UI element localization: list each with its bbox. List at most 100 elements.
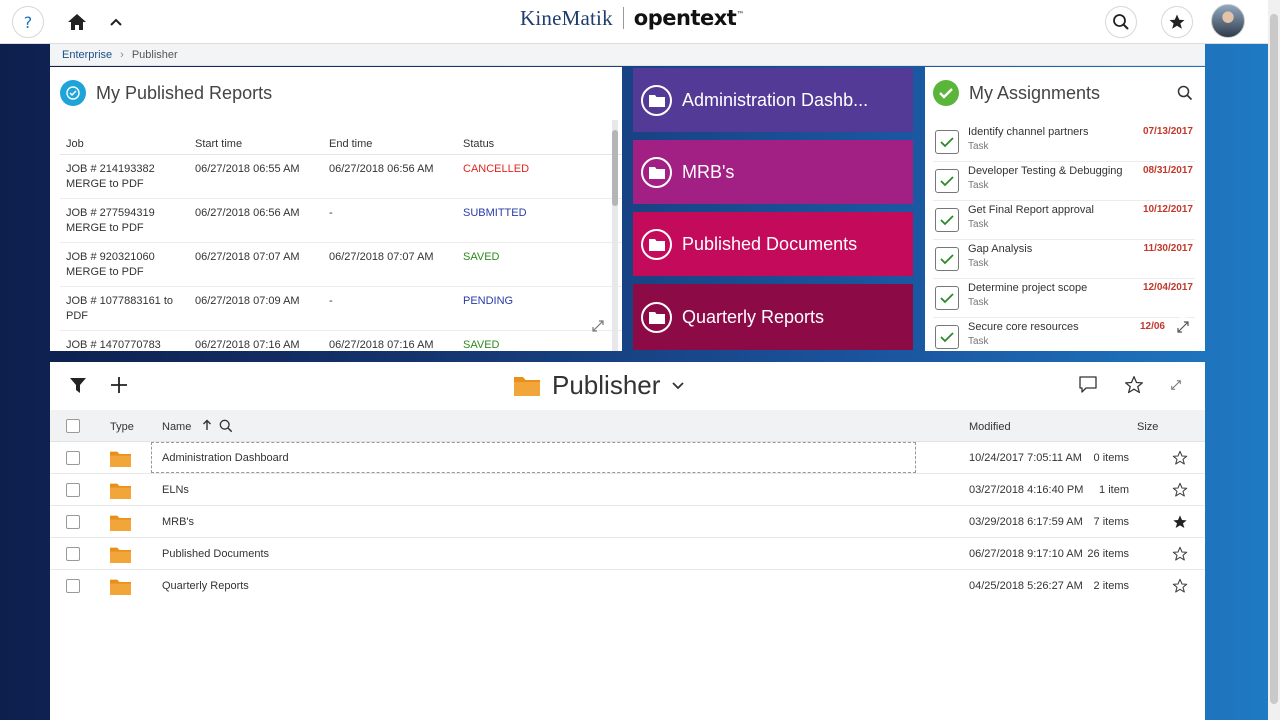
task-checkbox-icon bbox=[935, 169, 959, 193]
scrollbar-thumb[interactable] bbox=[612, 130, 618, 206]
row-checkbox[interactable] bbox=[66, 451, 80, 465]
brand-separator bbox=[622, 7, 624, 29]
col-size[interactable]: Size bbox=[1137, 421, 1158, 433]
assignments-search-button[interactable] bbox=[1177, 85, 1193, 106]
home-button[interactable] bbox=[61, 6, 93, 38]
list-item[interactable]: Secure core resources Task 12/06 bbox=[933, 318, 1195, 351]
table-row[interactable]: Quarterly Reports 04/25/2018 5:26:27 AM … bbox=[50, 570, 1205, 602]
browse-toolbar: Publisher bbox=[50, 362, 1205, 410]
filter-button[interactable] bbox=[69, 377, 87, 399]
page-scrollbar[interactable] bbox=[1268, 0, 1280, 720]
list-item[interactable]: Identify channel partners Task 07/13/201… bbox=[933, 123, 1195, 162]
search-button[interactable] bbox=[1105, 6, 1137, 38]
reports-icon bbox=[60, 80, 86, 106]
filter-icon bbox=[70, 378, 86, 393]
job-id: JOB # 920321060 bbox=[66, 251, 155, 263]
status-cell: PENDING bbox=[463, 295, 514, 307]
assignments-expand-button[interactable] bbox=[1173, 317, 1193, 337]
table-row[interactable]: ELNs 03/27/2018 4:16:40 PM 1 item bbox=[50, 474, 1205, 506]
collapse-button[interactable] bbox=[100, 6, 132, 38]
start-cell: 06/27/2018 07:09 AM bbox=[195, 295, 300, 307]
item-modified: 10/24/2017 7:05:11 AM bbox=[969, 452, 1082, 464]
folder-icon bbox=[641, 228, 672, 260]
item-name[interactable]: ELNs bbox=[162, 484, 189, 496]
folder-icon bbox=[110, 547, 131, 563]
browse-table-header: Type Name Modified Size bbox=[50, 410, 1205, 442]
reports-scrollbar[interactable] bbox=[612, 120, 618, 351]
table-row[interactable]: JOB # 277594319 MERGE to PDF 06/27/2018 0… bbox=[60, 199, 622, 243]
start-cell: 06/27/2018 07:16 AM bbox=[195, 339, 300, 351]
start-cell: 06/27/2018 06:56 AM bbox=[195, 207, 300, 219]
tile-administration-dashboard[interactable]: Administration Dashb... bbox=[633, 68, 913, 132]
job-id: JOB # 1470770783 bbox=[66, 339, 161, 351]
comments-button[interactable] bbox=[1078, 376, 1098, 399]
browse-expand-button[interactable] bbox=[1170, 378, 1182, 396]
list-item[interactable]: Developer Testing & Debugging Task 08/31… bbox=[933, 162, 1195, 201]
item-modified: 06/27/2018 9:17:10 AM bbox=[969, 548, 1083, 560]
end-cell: - bbox=[329, 207, 333, 219]
row-checkbox[interactable] bbox=[66, 483, 80, 497]
star-outline-icon[interactable] bbox=[1172, 546, 1188, 562]
breadcrumb-publisher: Publisher bbox=[131, 48, 178, 61]
item-name[interactable]: Published Documents bbox=[162, 548, 269, 560]
page-title: Publisher bbox=[552, 370, 661, 400]
item-name[interactable]: Administration Dashboard bbox=[162, 452, 289, 464]
row-checkbox[interactable] bbox=[66, 515, 80, 529]
tile-quarterly-reports[interactable]: Quarterly Reports bbox=[633, 284, 913, 350]
select-all-checkbox[interactable] bbox=[66, 419, 80, 433]
tile-label: Quarterly Reports bbox=[682, 306, 825, 327]
star-outline-icon[interactable] bbox=[1172, 578, 1188, 594]
chevron-down-icon[interactable] bbox=[672, 381, 685, 390]
item-name[interactable]: MRB's bbox=[162, 516, 194, 528]
folder-icon bbox=[110, 579, 131, 595]
list-item[interactable]: Get Final Report approval Task 10/12/201… bbox=[933, 201, 1195, 240]
star-outline-icon[interactable] bbox=[1172, 482, 1188, 498]
row-checkbox[interactable] bbox=[66, 547, 80, 561]
status-cell: SAVED bbox=[463, 339, 500, 351]
assignment-date: 12/06 bbox=[1139, 321, 1165, 332]
star-filled-icon[interactable] bbox=[1172, 514, 1188, 530]
brand-opentext: opentext™ bbox=[634, 6, 745, 30]
favorites-button[interactable] bbox=[1161, 6, 1193, 38]
table-row[interactable]: JOB # 214193382 MERGE to PDF 06/27/2018 0… bbox=[60, 155, 622, 199]
table-row[interactable]: Published Documents 06/27/2018 9:17:10 A… bbox=[50, 538, 1205, 570]
status-cell: CANCELLED bbox=[463, 163, 530, 175]
folder-icon bbox=[641, 301, 672, 333]
tile-mrbs[interactable]: MRB's bbox=[633, 140, 913, 204]
table-row[interactable]: JOB # 1077883161 to PDF 06/27/2018 07:09 … bbox=[60, 287, 622, 331]
home-icon bbox=[68, 14, 86, 30]
add-button[interactable] bbox=[110, 376, 128, 399]
sort-ascending-icon[interactable] bbox=[202, 419, 212, 431]
col-name[interactable]: Name bbox=[162, 421, 191, 433]
col-modified[interactable]: Modified bbox=[969, 421, 1011, 433]
breadcrumb-enterprise[interactable]: Enterprise bbox=[62, 49, 112, 61]
star-outline-icon[interactable] bbox=[1172, 450, 1188, 466]
avatar[interactable] bbox=[1211, 4, 1245, 38]
table-row[interactable]: Administration Dashboard 10/24/2017 7:05… bbox=[50, 442, 1205, 474]
star-icon bbox=[1169, 14, 1185, 29]
folder-icon bbox=[514, 377, 540, 396]
item-name[interactable]: Quarterly Reports bbox=[162, 580, 249, 592]
row-checkbox[interactable] bbox=[66, 579, 80, 593]
job-cell: JOB # 277594319 MERGE to PDF bbox=[60, 206, 195, 242]
favorite-folder-button[interactable] bbox=[1124, 375, 1144, 400]
table-row[interactable]: MRB's 03/29/2018 6:17:59 AM 7 items bbox=[50, 506, 1205, 538]
expand-button[interactable] bbox=[591, 319, 607, 335]
list-item[interactable]: Determine project scope Task 12/04/2017 bbox=[933, 279, 1195, 318]
col-type[interactable]: Type bbox=[110, 421, 134, 433]
list-item[interactable]: Gap Analysis Task 11/30/2017 bbox=[933, 240, 1195, 279]
tile-published-documents[interactable]: Published Documents bbox=[633, 212, 913, 276]
job-cell: JOB # 214193382 MERGE to PDF bbox=[60, 162, 195, 198]
assignment-type: Task bbox=[968, 336, 989, 347]
search-icon[interactable] bbox=[219, 419, 233, 433]
help-icon: ? bbox=[24, 13, 33, 31]
page-scrollbar-thumb[interactable] bbox=[1270, 14, 1278, 704]
folder-icon bbox=[641, 84, 672, 116]
star-outline-icon bbox=[1125, 376, 1143, 394]
breadcrumb-separator: › bbox=[120, 48, 124, 61]
table-row[interactable]: JOB # 920321060 MERGE to PDF 06/27/2018 0… bbox=[60, 243, 622, 287]
help-button[interactable]: ? bbox=[12, 6, 44, 38]
top-header: ? KineMatik opentext™ bbox=[0, 0, 1280, 44]
col-status: Status bbox=[463, 137, 495, 150]
table-row[interactable]: JOB # 1470770783 06/27/2018 07:16 AM 06/… bbox=[60, 331, 622, 351]
